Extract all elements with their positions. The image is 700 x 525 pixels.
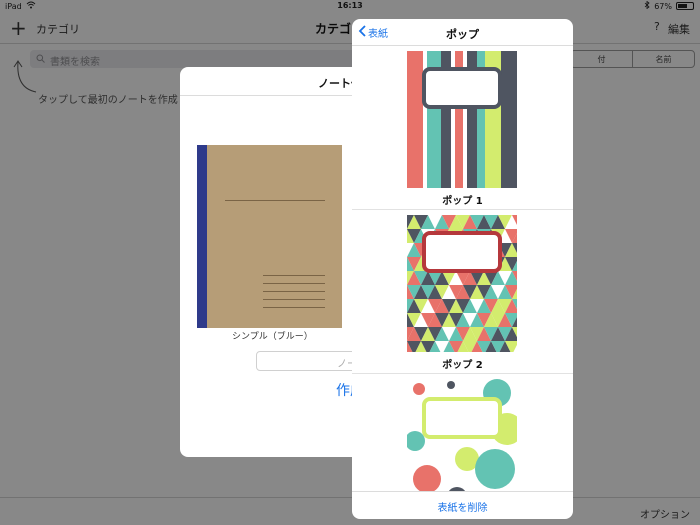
selected-cover-preview[interactable] — [197, 145, 342, 328]
cover-picker-popover: 表紙 ポップ ポップ 1 ポップ 2 表紙を削除 — [352, 19, 573, 519]
cover-line — [263, 283, 325, 284]
delete-cover-button[interactable]: 表紙を削除 — [438, 499, 488, 514]
cover-item-pop-3[interactable] — [352, 374, 573, 491]
cover-line — [263, 307, 325, 308]
cover-list[interactable]: ポップ 1 ポップ 2 — [352, 46, 573, 491]
cover-spine — [197, 145, 207, 328]
pop-3-thumbnail — [407, 379, 517, 491]
cover-title-line — [225, 200, 325, 201]
popover-footer: 表紙を削除 — [352, 491, 573, 519]
cover-name: ポップ 1 — [442, 196, 483, 207]
popover-header: 表紙 ポップ — [352, 19, 573, 46]
cover-name: ポップ 2 — [442, 360, 483, 371]
note-name-field[interactable]: ノー — [256, 351, 366, 371]
pop-2-thumbnail — [407, 215, 517, 352]
cover-item-pop-2[interactable]: ポップ 2 — [352, 210, 573, 374]
cover-line — [263, 299, 325, 300]
pop-1-thumbnail — [407, 51, 517, 188]
cover-line — [263, 275, 325, 276]
popover-pointer — [342, 229, 352, 247]
stripes-pattern-icon — [407, 51, 517, 188]
popover-title: ポップ — [446, 28, 479, 41]
cover-item-pop-1[interactable]: ポップ 1 — [352, 46, 573, 210]
dots-pattern-icon — [407, 379, 517, 491]
cover-line — [263, 291, 325, 292]
cover-caption: シンプル（ブルー） — [232, 332, 313, 342]
triangles-pattern-icon — [407, 215, 517, 352]
